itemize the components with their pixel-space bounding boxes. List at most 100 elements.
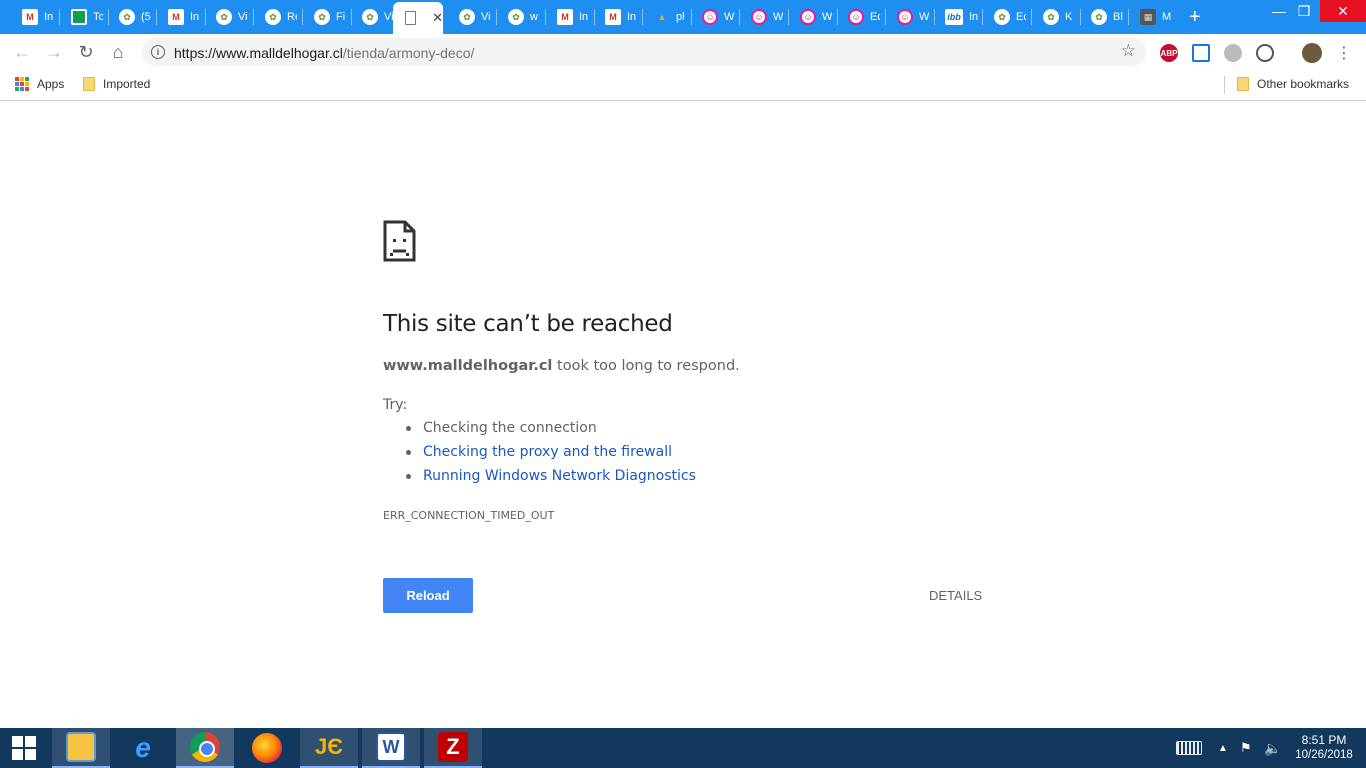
folder-icon	[1237, 77, 1249, 91]
back-button[interactable]: ←	[12, 42, 32, 62]
tab-title: Vi	[238, 11, 248, 23]
new-tab-button[interactable]: +	[1189, 7, 1201, 27]
tab-title: In	[190, 11, 200, 23]
browser-tab[interactable]: M In	[595, 4, 639, 30]
browser-tab[interactable]: ☺ W	[741, 4, 785, 30]
windows-start-button[interactable]	[8, 736, 40, 760]
tab-title: Ec	[1016, 11, 1026, 23]
browser-tab[interactable]: M In	[12, 4, 56, 30]
browser-tab[interactable]: ☺ W	[790, 4, 834, 30]
browser-tab[interactable]: ▲ pl	[644, 4, 688, 30]
browser-tab[interactable]: ✿ K	[1033, 4, 1077, 30]
clock-time: 8:51 PM	[1301, 733, 1347, 747]
bookmark-apps[interactable]: Apps	[15, 77, 64, 91]
sheets-favicon-icon	[71, 9, 87, 25]
tab-separator	[545, 9, 546, 25]
action-center-flag-icon[interactable]: ⚑	[1240, 728, 1252, 768]
generic-favicon-icon: ✿	[119, 9, 135, 25]
word-icon: W	[376, 732, 406, 762]
error-message: www.malldelhogar.cl took too long to res…	[383, 358, 740, 374]
taskbar-filezilla[interactable]: Z	[424, 728, 482, 768]
tab-separator	[982, 9, 983, 25]
browser-tab[interactable]: ✿ Ec	[984, 4, 1028, 30]
pink-favicon-icon: ☺	[800, 9, 816, 25]
address-bar[interactable]: i https://www.malldelhogar.cl/tienda/arm…	[142, 38, 1146, 66]
browser-tab[interactable]: ✿ Re	[255, 4, 299, 30]
bookmark-imported[interactable]: Imported	[83, 77, 150, 91]
tab-title: W	[822, 11, 832, 23]
browser-tab[interactable]: Tc	[61, 4, 105, 30]
chrome-menu-icon[interactable]: ⋮	[1336, 43, 1352, 63]
pink-favicon-icon: ☺	[897, 9, 913, 25]
bookmark-imported-label: Imported	[103, 77, 151, 91]
suggestion-check-connection: Checking the connection	[423, 420, 597, 436]
error-title: This site can’t be reached	[383, 311, 673, 337]
taskbar-internet-explorer[interactable]: e	[114, 728, 172, 768]
extension-ring-icon[interactable]	[1256, 44, 1274, 62]
taskbar-file-explorer[interactable]	[52, 728, 110, 768]
tab-title: In	[627, 11, 637, 23]
browser-tab[interactable]: ✿ Vi	[352, 4, 396, 30]
bookmark-other[interactable]: Other bookmarks	[1237, 77, 1349, 91]
browser-tab[interactable]: ☺ Ec	[838, 4, 882, 30]
browser-tab[interactable]: ✿ w	[498, 4, 542, 30]
browser-tab[interactable]: ✿ Vi	[206, 4, 250, 30]
home-icon[interactable]: ⌂	[108, 42, 128, 62]
tab-title: W	[724, 11, 734, 23]
touch-keyboard-icon[interactable]	[1176, 728, 1202, 768]
browser-tab[interactable]: ☺ W	[692, 4, 736, 30]
tab-active[interactable]: ✕	[393, 2, 443, 34]
url-text[interactable]: https://www.malldelhogar.cl/tienda/armon…	[174, 45, 474, 61]
taskbar-chrome[interactable]	[176, 728, 234, 768]
browser-tab[interactable]: M In	[158, 4, 202, 30]
taskbar-jedit[interactable]: JЄ	[300, 728, 358, 768]
gmail-favicon-icon: M	[168, 9, 184, 25]
tab-separator	[885, 9, 886, 25]
browser-tab[interactable]: M In	[547, 4, 591, 30]
show-hidden-icons-button[interactable]: ▲	[1218, 728, 1228, 768]
error-message-suffix: took too long to respond.	[552, 358, 740, 374]
gmail-favicon-icon: M	[605, 9, 621, 25]
suggestion-check-proxy-link[interactable]: Checking the proxy and the firewall	[423, 444, 672, 460]
adblock-plus-icon[interactable]: ABP	[1160, 44, 1178, 62]
browser-tab[interactable]: ibb In	[935, 4, 979, 30]
ibb-favicon-icon: ibb	[945, 9, 963, 25]
pink-favicon-icon: ☺	[848, 9, 864, 25]
generic-favicon-icon: ✿	[265, 9, 281, 25]
close-window-button[interactable]: ✕	[1320, 0, 1366, 22]
browser-tab[interactable]: ▦ M	[1130, 4, 1174, 30]
site-info-icon[interactable]: i	[151, 45, 165, 59]
tab-title: (5	[141, 11, 151, 23]
browser-tab[interactable]: ☺ W	[887, 4, 931, 30]
reload-icon[interactable]: ↻	[76, 42, 96, 62]
browser-tab[interactable]: ✿ Vi	[449, 4, 493, 30]
suggestion-network-diagnostics-link[interactable]: Running Windows Network Diagnostics	[423, 468, 696, 484]
tab-separator	[739, 9, 740, 25]
bookmarks-bar: Apps Imported Other bookmarks	[0, 70, 1366, 101]
system-clock[interactable]: 8:51 PM 10/26/2018	[1290, 733, 1358, 763]
error-domain: www.malldelhogar.cl	[383, 358, 553, 374]
details-button[interactable]: DETAILS	[929, 588, 982, 603]
browser-tab[interactable]: ✿ Fi	[304, 4, 348, 30]
forward-button[interactable]: →	[44, 42, 64, 62]
windows-taskbar: e JЄ W Z ▲ ⚑ 🔈 8:51 PM 10/26/2018	[0, 728, 1366, 768]
page-icon	[405, 11, 416, 25]
extension-gray-icon[interactable]	[1224, 44, 1242, 62]
chrome-icon	[190, 732, 220, 762]
taskbar-word[interactable]: W	[362, 728, 420, 768]
browser-tab[interactable]: ✿ Bl	[1081, 4, 1125, 30]
tab-separator	[788, 9, 789, 25]
bookmark-star-icon[interactable]: ☆	[1121, 41, 1136, 61]
mtn-favicon-icon: ▲	[657, 12, 667, 22]
reload-button[interactable]: Reload	[383, 578, 473, 613]
taskbar-firefox[interactable]	[238, 728, 296, 768]
error-code: ERR_CONNECTION_TIMED_OUT	[383, 509, 555, 522]
bullet	[406, 474, 411, 479]
clock-date: 10/26/2018	[1295, 749, 1353, 761]
volume-muted-icon[interactable]: 🔈	[1264, 728, 1281, 768]
close-tab-icon[interactable]: ✕	[432, 10, 443, 26]
screenshot-extension-icon[interactable]	[1192, 44, 1210, 62]
browser-tab[interactable]: ✿ (5	[109, 4, 153, 30]
tab-separator	[253, 9, 254, 25]
profile-avatar[interactable]	[1302, 43, 1322, 63]
